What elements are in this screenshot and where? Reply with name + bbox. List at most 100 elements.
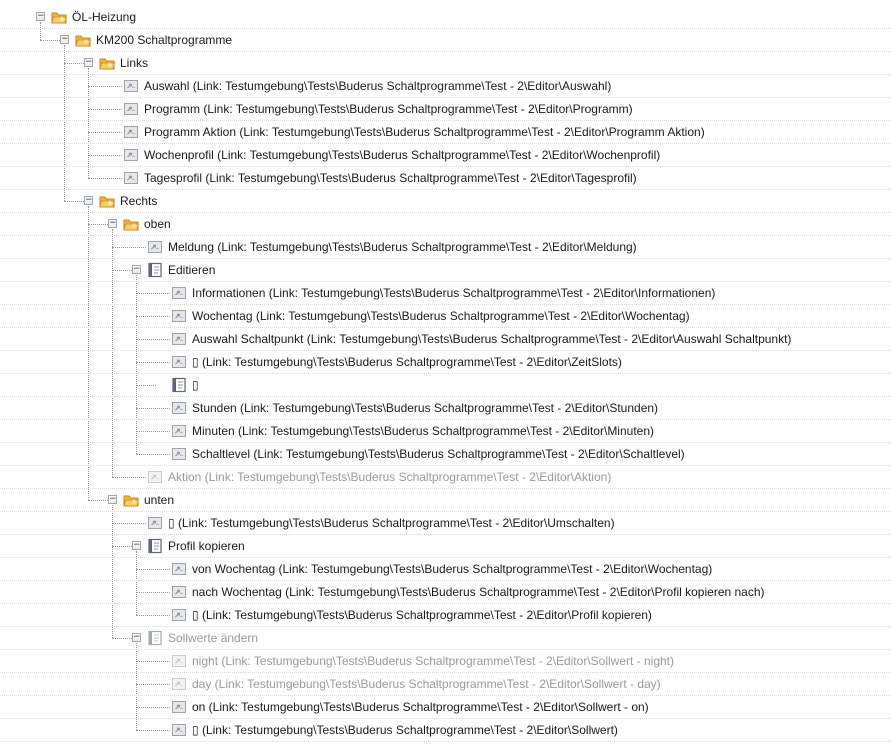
- tree-branch-line: [88, 178, 122, 179]
- tree-row-day[interactable]: day (Link: Testumgebung\Tests\Buderus Sc…: [0, 673, 891, 696]
- tree-item-label: Sollwerte ändern: [168, 631, 259, 645]
- tree-row-rechts[interactable]: − Rechts: [0, 190, 891, 213]
- tree-row-night[interactable]: night (Link: Testumgebung\Tests\Buderus …: [0, 650, 891, 673]
- collapse-toggle[interactable]: −: [132, 265, 141, 274]
- tree-item-label: Programm Aktion (Link: Testumgebung\Test…: [144, 125, 705, 139]
- tree-row-programm[interactable]: Programm (Link: Testumgebung\Tests\Buder…: [0, 98, 891, 121]
- tree-branch-line: [136, 569, 170, 570]
- tree-row-informationen[interactable]: Informationen (Link: Testumgebung\Tests\…: [0, 282, 891, 305]
- tree-branch-line: [64, 201, 84, 202]
- tree-item-label: Tagesprofil (Link: Testumgebung\Tests\Bu…: [144, 171, 637, 185]
- folder-icon: [98, 192, 116, 210]
- link-icon: [170, 307, 188, 325]
- tree-row-km200-schaltprogramme[interactable]: − KM200 Schaltprogramme: [0, 29, 891, 52]
- tree-row-programm-aktion[interactable]: Programm Aktion (Link: Testumgebung\Test…: [0, 121, 891, 144]
- link-icon: [170, 698, 188, 716]
- tree-row-nach-wochentag[interactable]: nach Wochentag (Link: Testumgebung\Tests…: [0, 581, 891, 604]
- tree-item-label: KM200 Schaltprogramme: [96, 33, 233, 47]
- tree-branch-line: [40, 40, 60, 41]
- tree-branch-line: [64, 63, 84, 64]
- tree-row-meldung[interactable]: Meldung (Link: Testumgebung\Tests\Buderu…: [0, 236, 891, 259]
- collapse-toggle[interactable]: −: [132, 541, 141, 550]
- tree-branch-line: [136, 684, 170, 685]
- tree-branch-line: [88, 224, 108, 225]
- tree-item-label: ▯ (Link: Testumgebung\Tests\Buderus Scha…: [192, 723, 618, 737]
- link-icon: [170, 560, 188, 578]
- tree-branch-line: [136, 362, 170, 363]
- tree-row-wochenprofil[interactable]: Wochenprofil (Link: Testumgebung\Tests\B…: [0, 144, 891, 167]
- tree-branch-line: [88, 109, 122, 110]
- tree-item-label: Schaltlevel (Link: Testumgebung\Tests\Bu…: [192, 447, 685, 461]
- collapse-toggle[interactable]: −: [108, 495, 117, 504]
- tree-row-oben[interactable]: − oben: [0, 213, 891, 236]
- tree-branch-line: [136, 707, 170, 708]
- link-icon: [122, 77, 140, 95]
- link-icon: [146, 468, 164, 486]
- tree-branch-line: [88, 86, 122, 87]
- tree-row-von-wochentag[interactable]: von Wochentag (Link: Testumgebung\Tests\…: [0, 558, 891, 581]
- tree-branch-line: [112, 270, 132, 271]
- tree-row-stunden[interactable]: Stunden (Link: Testumgebung\Tests\Buderu…: [0, 397, 891, 420]
- tree-branch-line: [88, 155, 122, 156]
- link-icon: [170, 721, 188, 739]
- tree-item-label: ▯ (Link: Testumgebung\Tests\Buderus Scha…: [168, 516, 615, 530]
- tree-branch-line: [136, 454, 170, 455]
- collapse-toggle[interactable]: −: [108, 219, 117, 228]
- tree-row-on[interactable]: on (Link: Testumgebung\Tests\Buderus Sch…: [0, 696, 891, 719]
- link-icon: [170, 353, 188, 371]
- collapse-toggle[interactable]: −: [84, 58, 93, 67]
- tree-row-unten[interactable]: − unten: [0, 489, 891, 512]
- link-icon: [146, 514, 164, 532]
- tree-row-links[interactable]: − Links: [0, 52, 891, 75]
- tree-branch-line: [136, 592, 170, 593]
- tree-row-item[interactable]: ▯ (Link: Testumgebung\Tests\Buderus Scha…: [0, 604, 891, 627]
- folder-icon: [74, 31, 92, 49]
- folder-icon: [50, 8, 68, 26]
- link-icon: [170, 445, 188, 463]
- tree-item-label: unten: [144, 493, 175, 507]
- tree-item-label: night (Link: Testumgebung\Tests\Buderus …: [192, 654, 675, 668]
- tree-branch-line: [136, 730, 170, 731]
- tree-item-label: Auswahl (Link: Testumgebung\Tests\Buderu…: [144, 79, 612, 93]
- tree-row-item[interactable]: ▯ (Link: Testumgebung\Tests\Buderus Scha…: [0, 719, 891, 742]
- tree-item-label: Editieren: [168, 263, 216, 277]
- tree-item-label: on (Link: Testumgebung\Tests\Buderus Sch…: [192, 700, 649, 714]
- tree-row-aktion[interactable]: Aktion (Link: Testumgebung\Tests\Buderus…: [0, 466, 891, 489]
- tree-row-item[interactable]: ▯ (Link: Testumgebung\Tests\Buderus Scha…: [0, 512, 891, 535]
- tree-item-label: Auswahl Schaltpunkt (Link: Testumgebung\…: [192, 332, 792, 346]
- link-icon: [122, 146, 140, 164]
- tree-row-item[interactable]: ▯ (Link: Testumgebung\Tests\Buderus Scha…: [0, 351, 891, 374]
- tree-row-item[interactable]: ▯: [0, 374, 891, 397]
- tree-row-sollwerte-ändern[interactable]: − Sollwerte ändern: [0, 627, 891, 650]
- tree-item-label: day (Link: Testumgebung\Tests\Buderus Sc…: [192, 677, 661, 691]
- tree-row-editieren[interactable]: − Editieren: [0, 259, 891, 282]
- collapse-toggle[interactable]: −: [60, 35, 69, 44]
- tree-branch-line: [136, 293, 170, 294]
- tree-item-label: ▯: [192, 378, 199, 392]
- tree-row-minuten[interactable]: Minuten (Link: Testumgebung\Tests\Buderu…: [0, 420, 891, 443]
- tree-row-wochentag[interactable]: Wochentag (Link: Testumgebung\Tests\Bude…: [0, 305, 891, 328]
- tree-item-label: Wochenprofil (Link: Testumgebung\Tests\B…: [144, 148, 661, 162]
- collapse-toggle[interactable]: −: [36, 12, 45, 21]
- tree-item-label: Wochentag (Link: Testumgebung\Tests\Bude…: [192, 309, 690, 323]
- tree-row-öl-heizung[interactable]: − ÖL-Heizung: [0, 6, 891, 29]
- link-icon: [170, 583, 188, 601]
- tree-row-auswahl[interactable]: Auswahl (Link: Testumgebung\Tests\Buderu…: [0, 75, 891, 98]
- book-icon: [146, 261, 164, 279]
- folder-icon: [122, 491, 140, 509]
- tree-item-label: nach Wochentag (Link: Testumgebung\Tests…: [192, 585, 765, 599]
- tree-row-tagesprofil[interactable]: Tagesprofil (Link: Testumgebung\Tests\Bu…: [0, 167, 891, 190]
- collapse-toggle[interactable]: −: [84, 196, 93, 205]
- tree-item-label: Minuten (Link: Testumgebung\Tests\Buderu…: [192, 424, 654, 438]
- tree-row-auswahl-schaltpunkt[interactable]: Auswahl Schaltpunkt (Link: Testumgebung\…: [0, 328, 891, 351]
- tree-row-profil-kopieren[interactable]: − Profil kopieren: [0, 535, 891, 558]
- tree-item-label: oben: [144, 217, 171, 231]
- link-icon: [122, 123, 140, 141]
- tree-branch-line: [112, 638, 132, 639]
- collapse-toggle[interactable]: −: [132, 633, 141, 642]
- tree-branch-line: [112, 247, 146, 248]
- tree-item-label: Informationen (Link: Testumgebung\Tests\…: [192, 286, 716, 300]
- book-icon: [146, 629, 164, 647]
- tree-row-schaltlevel[interactable]: Schaltlevel (Link: Testumgebung\Tests\Bu…: [0, 443, 891, 466]
- link-icon: [146, 238, 164, 256]
